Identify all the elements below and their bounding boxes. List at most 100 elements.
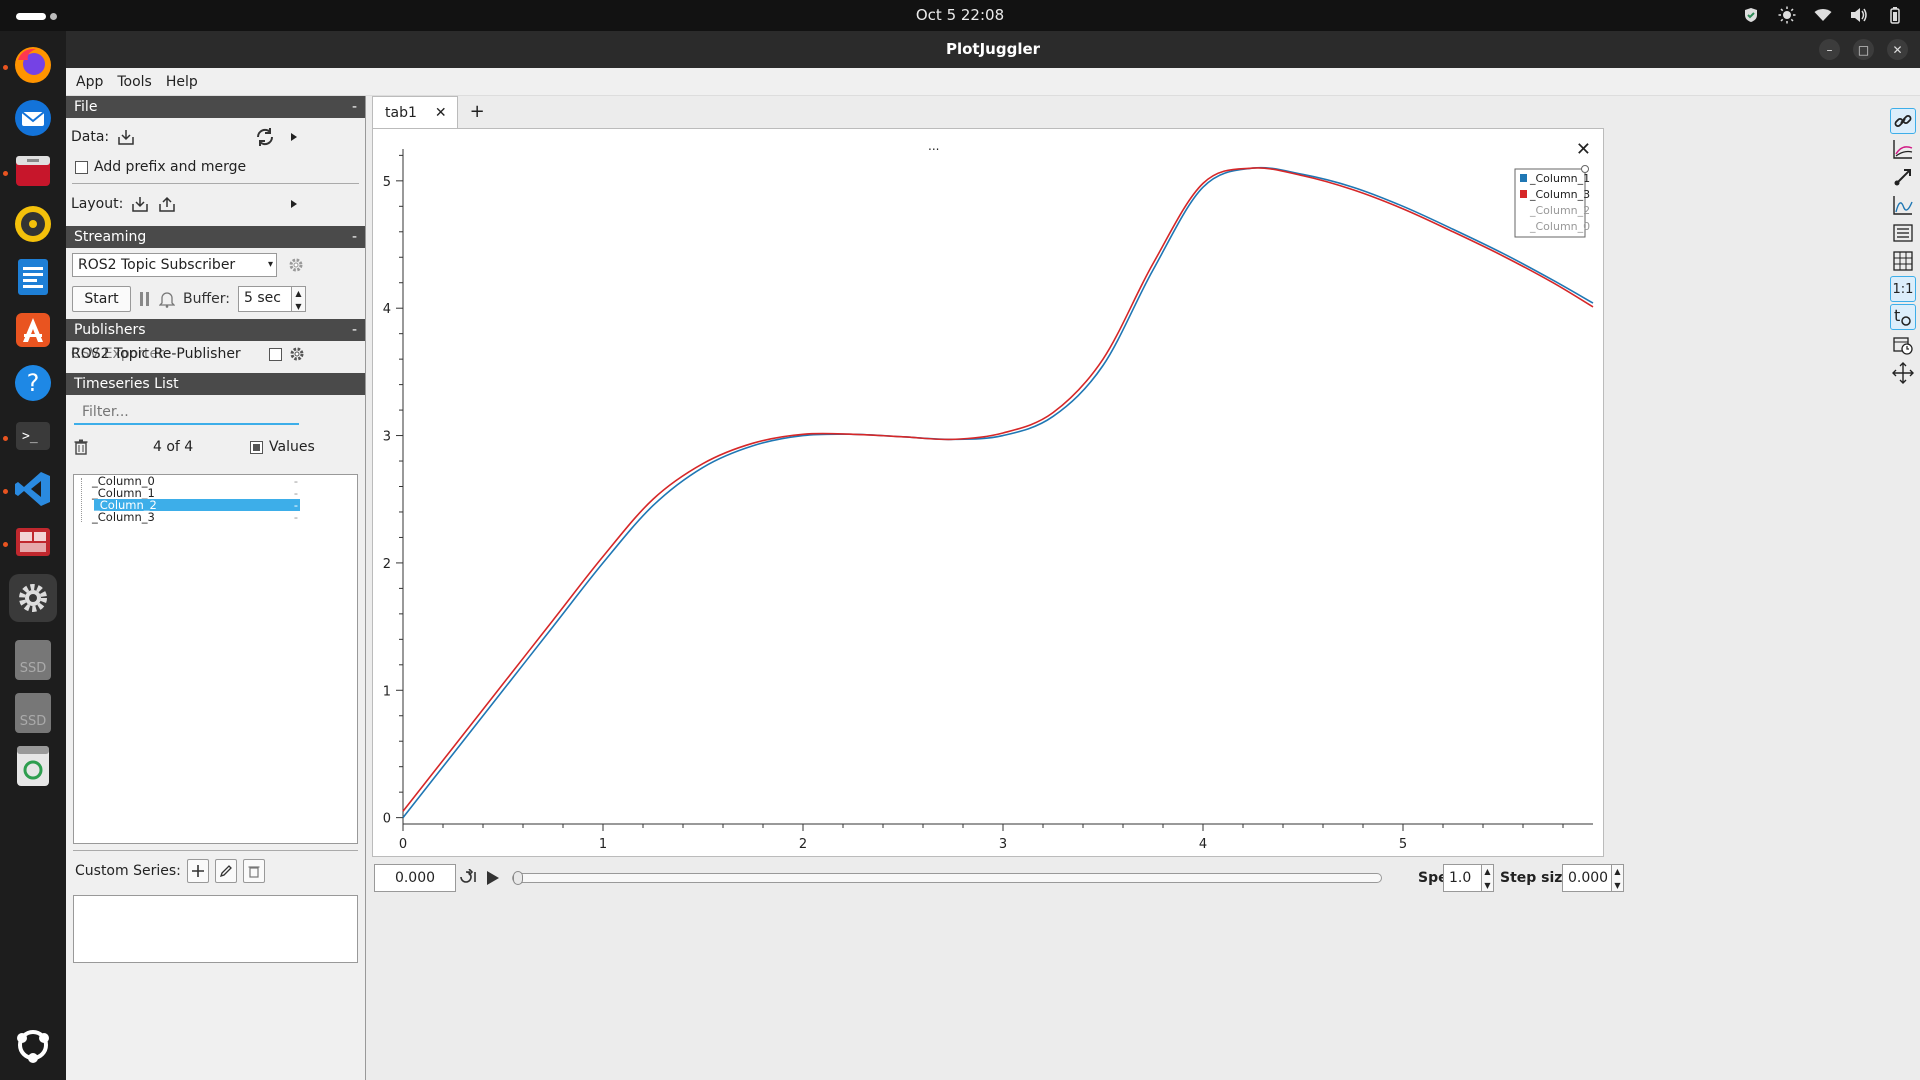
maximize-button[interactable]: □ [1853, 39, 1874, 60]
step-size-value: 0.000 [1568, 870, 1609, 886]
file-section-header[interactable]: File - [66, 96, 365, 118]
xy-plot-icon[interactable] [1890, 192, 1916, 218]
collapse-icon[interactable]: - [352, 319, 357, 341]
start-streaming-button[interactable]: Start [72, 286, 131, 312]
add-tab-button[interactable]: + [470, 101, 485, 122]
legend-entry: _Column_3 [1529, 188, 1590, 201]
y-tick-label: 4 [383, 302, 391, 317]
pause-icon[interactable] [139, 291, 151, 307]
timeline-slider[interactable] [512, 871, 1382, 885]
streaming-plugin-select[interactable]: ROS2 Topic Subscriber ▾ [72, 253, 277, 277]
window-titlebar[interactable]: PlotJuggler – □ ✕ [66, 31, 1920, 68]
menu-help[interactable]: Help [166, 74, 198, 90]
step-size-spinbox[interactable]: 0.000 [1562, 864, 1612, 892]
publisher-enable-checkbox[interactable] [269, 347, 282, 361]
y-tick-label: 2 [383, 557, 391, 572]
wifi-icon[interactable] [1812, 5, 1834, 25]
load-data-icon[interactable] [117, 128, 135, 146]
prefix-merge-checkbox[interactable] [75, 160, 88, 174]
timeline-slider-handle[interactable] [513, 871, 523, 885]
gear-icon[interactable] [289, 346, 305, 362]
link-icon[interactable] [1890, 108, 1916, 134]
reload-icon[interactable] [254, 126, 276, 148]
spin-up-icon[interactable]: ▲ [1612, 865, 1623, 879]
spin-down-icon[interactable]: ▼ [292, 300, 305, 313]
timeseries-item[interactable]: _Column_3 - [82, 511, 300, 523]
time-offset-icon[interactable]: t [1890, 304, 1916, 330]
timeseries-tree[interactable]: _Column_0 - _Column_1 - _Column_2 - _Col… [73, 474, 358, 844]
loop-icon[interactable] [458, 869, 478, 885]
bell-icon[interactable] [159, 290, 175, 308]
streaming-section-header[interactable]: Streaming - [66, 226, 365, 248]
save-layout-icon[interactable] [158, 195, 176, 213]
minimize-button[interactable]: – [1819, 39, 1840, 60]
streaming-plugin-value: ROS2 Topic Subscriber [78, 257, 236, 273]
battery-icon[interactable] [1884, 5, 1906, 25]
calendar-clock-icon[interactable] [1890, 332, 1916, 358]
zoom-ratio-icon[interactable]: 1:1 [1890, 276, 1916, 302]
menu-app[interactable]: App [76, 74, 103, 90]
collapse-icon[interactable]: - [352, 96, 357, 118]
ssd-drive-icon[interactable]: SSD [9, 689, 57, 737]
tab-tab1[interactable]: tab1 ✕ [372, 96, 458, 128]
timeseries-filter-input[interactable] [74, 401, 299, 425]
move-icon[interactable] [1890, 360, 1916, 386]
app-center-icon[interactable] [9, 306, 57, 354]
values-checkbox[interactable] [250, 440, 263, 454]
menu-tools[interactable]: Tools [117, 74, 152, 90]
publishers-section-header[interactable]: Publishers - [66, 319, 365, 341]
collapse-icon[interactable]: - [352, 226, 357, 248]
custom-series-list[interactable] [73, 895, 358, 963]
x-tick-label: 0 [399, 837, 407, 852]
clock[interactable]: Oct 5 22:08 [0, 6, 1920, 24]
firefox-icon[interactable] [9, 41, 57, 89]
plot-canvas[interactable]: ... ✕ 0 1 2 3 4 5 0 1 2 3 4 5 _Column_1 _Column_3 _Col… [372, 128, 1604, 857]
list-icon[interactable] [1890, 220, 1916, 246]
close-window-button[interactable]: ✕ [1887, 39, 1908, 60]
spin-down-icon[interactable]: ▼ [1612, 879, 1623, 893]
running-indicator [3, 542, 8, 547]
spin-up-icon[interactable]: ▲ [1482, 865, 1493, 879]
brightness-icon[interactable] [1776, 5, 1798, 25]
play-icon[interactable] [486, 870, 500, 886]
ratio-plot-icon[interactable] [1890, 136, 1916, 162]
start-label: Start [84, 291, 119, 307]
add-custom-series-button[interactable] [186, 859, 209, 883]
settings-icon[interactable] [9, 574, 57, 622]
buffer-spinbox[interactable]: 5 sec [238, 286, 292, 312]
system-tray[interactable] [1740, 5, 1906, 25]
plotjuggler-icon[interactable] [9, 518, 57, 566]
show-apps-icon[interactable] [9, 1021, 57, 1069]
vscode-icon[interactable] [9, 465, 57, 513]
files-icon[interactable] [9, 147, 57, 195]
spin-up-icon[interactable]: ▲ [292, 287, 305, 300]
timeseries-section-title: Timeseries List [74, 376, 179, 392]
speed-spinbox[interactable]: 1.0 [1443, 864, 1482, 892]
edit-custom-series-button[interactable] [214, 859, 237, 883]
help-icon[interactable]: ? [9, 359, 57, 407]
pointer-icon[interactable] [1890, 164, 1916, 190]
line-chart[interactable]: 0 1 2 3 4 5 0 1 2 3 4 5 _Column_1 _Column_3 _Column_2 _… [373, 129, 1605, 858]
expand-arrow-icon[interactable] [289, 199, 299, 209]
terminal-icon[interactable]: >_ [9, 412, 57, 460]
timeseries-section-header[interactable]: Timeseries List [66, 373, 365, 395]
trash-icon[interactable] [9, 742, 57, 790]
close-tab-icon[interactable]: ✕ [435, 105, 447, 121]
shield-icon[interactable] [1740, 5, 1762, 25]
svg-text:>_: >_ [22, 429, 38, 444]
publishers-section-title: Publishers [74, 322, 146, 338]
x-tick-label: 1 [599, 837, 607, 852]
rhythmbox-icon[interactable] [9, 200, 57, 248]
thunderbird-icon[interactable] [9, 94, 57, 142]
load-layout-icon[interactable] [131, 195, 149, 213]
grid-icon[interactable] [1890, 248, 1916, 274]
ssd-drive-icon[interactable]: SSD [9, 636, 57, 684]
gear-icon[interactable] [288, 257, 304, 273]
spin-down-icon[interactable]: ▼ [1482, 879, 1493, 893]
delete-custom-series-button[interactable] [242, 859, 265, 883]
volume-icon[interactable] [1848, 5, 1870, 25]
writer-icon[interactable] [9, 253, 57, 301]
trash-icon[interactable] [74, 439, 88, 455]
time-input[interactable]: 0.000 [374, 864, 456, 892]
expand-arrow-icon[interactable] [289, 132, 299, 142]
